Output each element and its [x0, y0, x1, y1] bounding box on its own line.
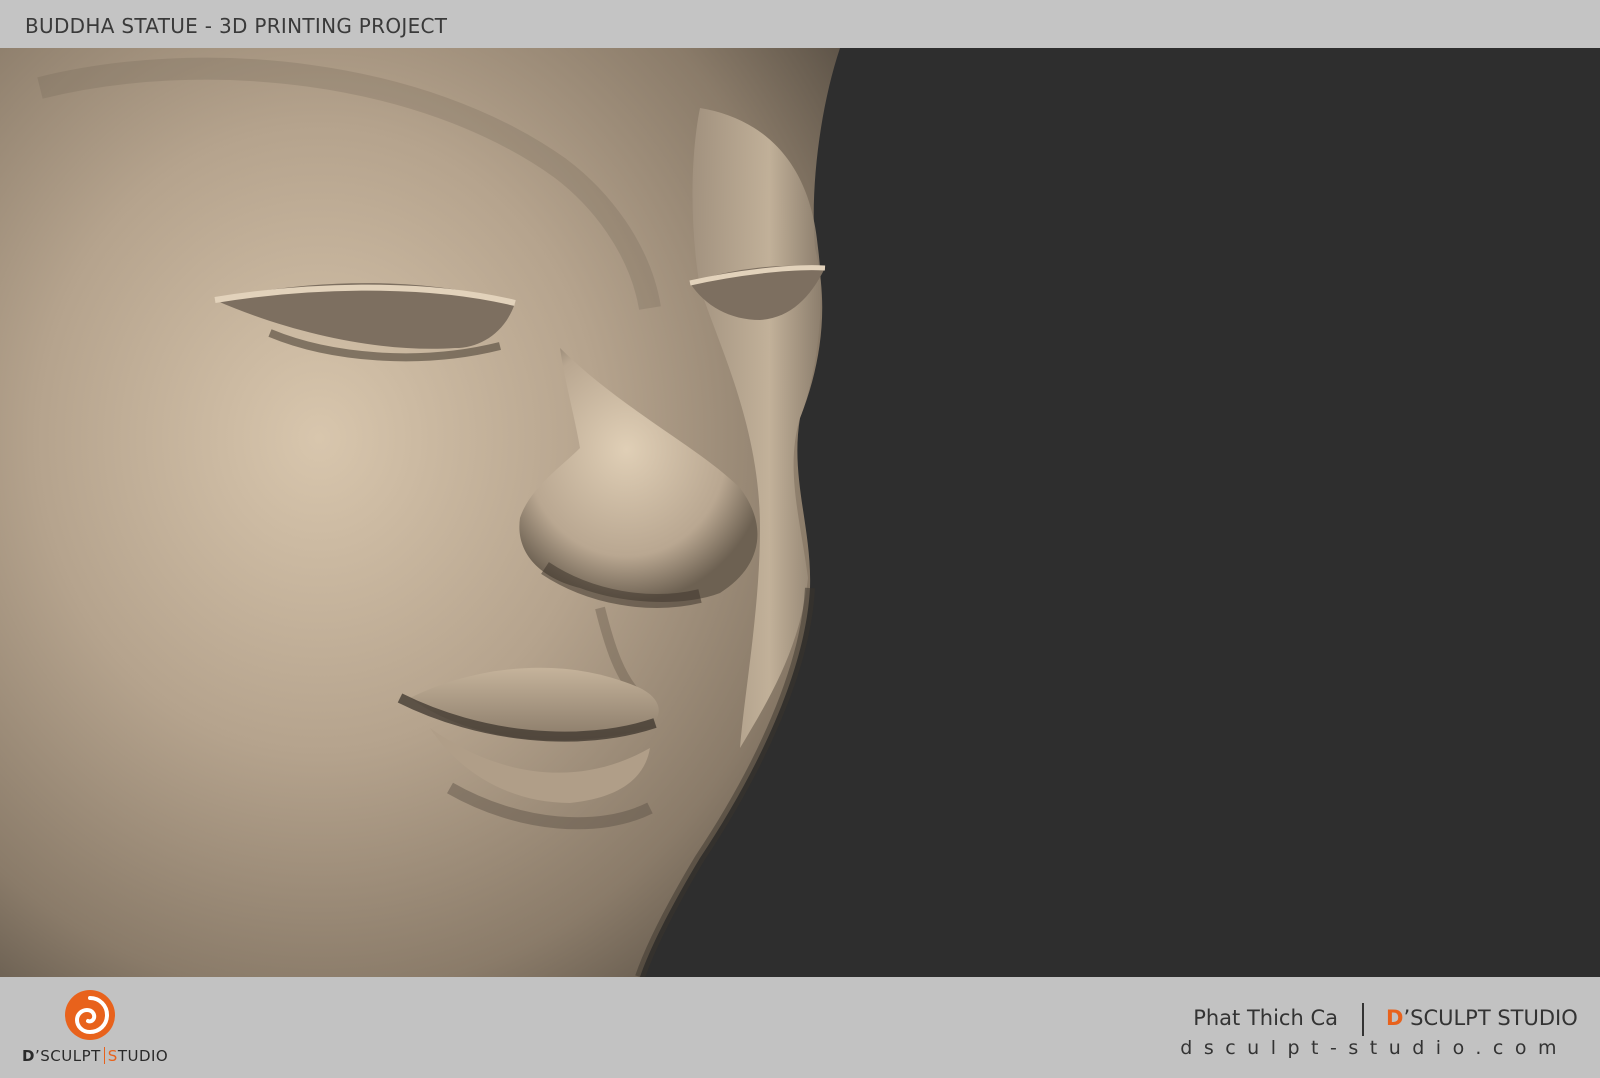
studio-name-rest: ’SCULPT STUDIO [1403, 1006, 1578, 1030]
logo-divider [103, 1047, 105, 1064]
statue-render [0, 48, 1600, 977]
statue-name: Phat Thich Ca [1193, 1006, 1338, 1030]
page-title: BUDDHA STATUE - 3D PRINTING PROJECT [25, 14, 448, 38]
logo-text-bold: D [22, 1047, 35, 1065]
page: BUDDHA STATUE - 3D PRINTING PROJECT D’SC… [0, 0, 1600, 1078]
studio-name: D’SCULPT STUDIO [1386, 1006, 1578, 1030]
logo-text-rest: SCULPT [40, 1047, 101, 1065]
logo-text-tail: TUDIO [117, 1047, 169, 1065]
swirl-logo-icon [65, 990, 115, 1040]
studio-name-accent: D [1386, 1006, 1404, 1030]
logo-text-accent: S [107, 1047, 118, 1065]
caption-divider [1362, 1003, 1364, 1036]
studio-url: dsculpt-studio.com [1180, 1037, 1568, 1059]
footer-bar: D’SCULPT STUDIO Phat Thich Ca D’SCULPT ST… [0, 977, 1600, 1078]
header-bar: BUDDHA STATUE - 3D PRINTING PROJECT [0, 0, 1600, 48]
buddha-face-illustration [0, 48, 840, 977]
logo-wordmark: D’SCULPT STUDIO [22, 1047, 168, 1065]
